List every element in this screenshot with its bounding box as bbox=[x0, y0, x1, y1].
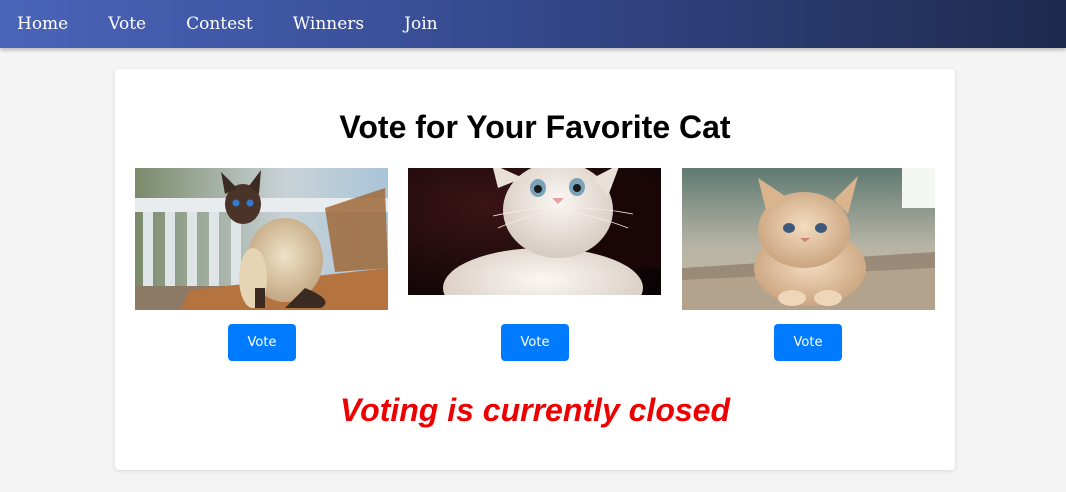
nav-link-home[interactable]: Home bbox=[17, 0, 68, 48]
voting-card: Vote for Your Favorite Cat Vote Vote Vot… bbox=[115, 69, 955, 470]
cat-card-1: Vote bbox=[135, 168, 388, 361]
nav-link-vote[interactable]: Vote bbox=[108, 0, 146, 48]
white-kitten-image bbox=[408, 168, 661, 295]
vote-button-3[interactable]: Vote bbox=[774, 324, 842, 361]
cat-card-3: Vote bbox=[682, 168, 935, 361]
nav-link-winners[interactable]: Winners bbox=[293, 0, 364, 48]
vote-button-2[interactable]: Vote bbox=[501, 324, 569, 361]
nav-link-contest[interactable]: Contest bbox=[186, 0, 253, 48]
voting-status-message: Voting is currently closed bbox=[339, 392, 730, 428]
page-title: Vote for Your Favorite Cat bbox=[339, 109, 731, 145]
vote-button-1[interactable]: Vote bbox=[228, 324, 296, 361]
cat-card-2: Vote bbox=[408, 168, 661, 361]
top-navbar: Home Vote Contest Winners Join bbox=[0, 0, 1066, 48]
cream-kitten-image bbox=[682, 168, 935, 310]
siamese-cat-image bbox=[135, 168, 388, 310]
nav-link-join[interactable]: Join bbox=[404, 0, 437, 48]
